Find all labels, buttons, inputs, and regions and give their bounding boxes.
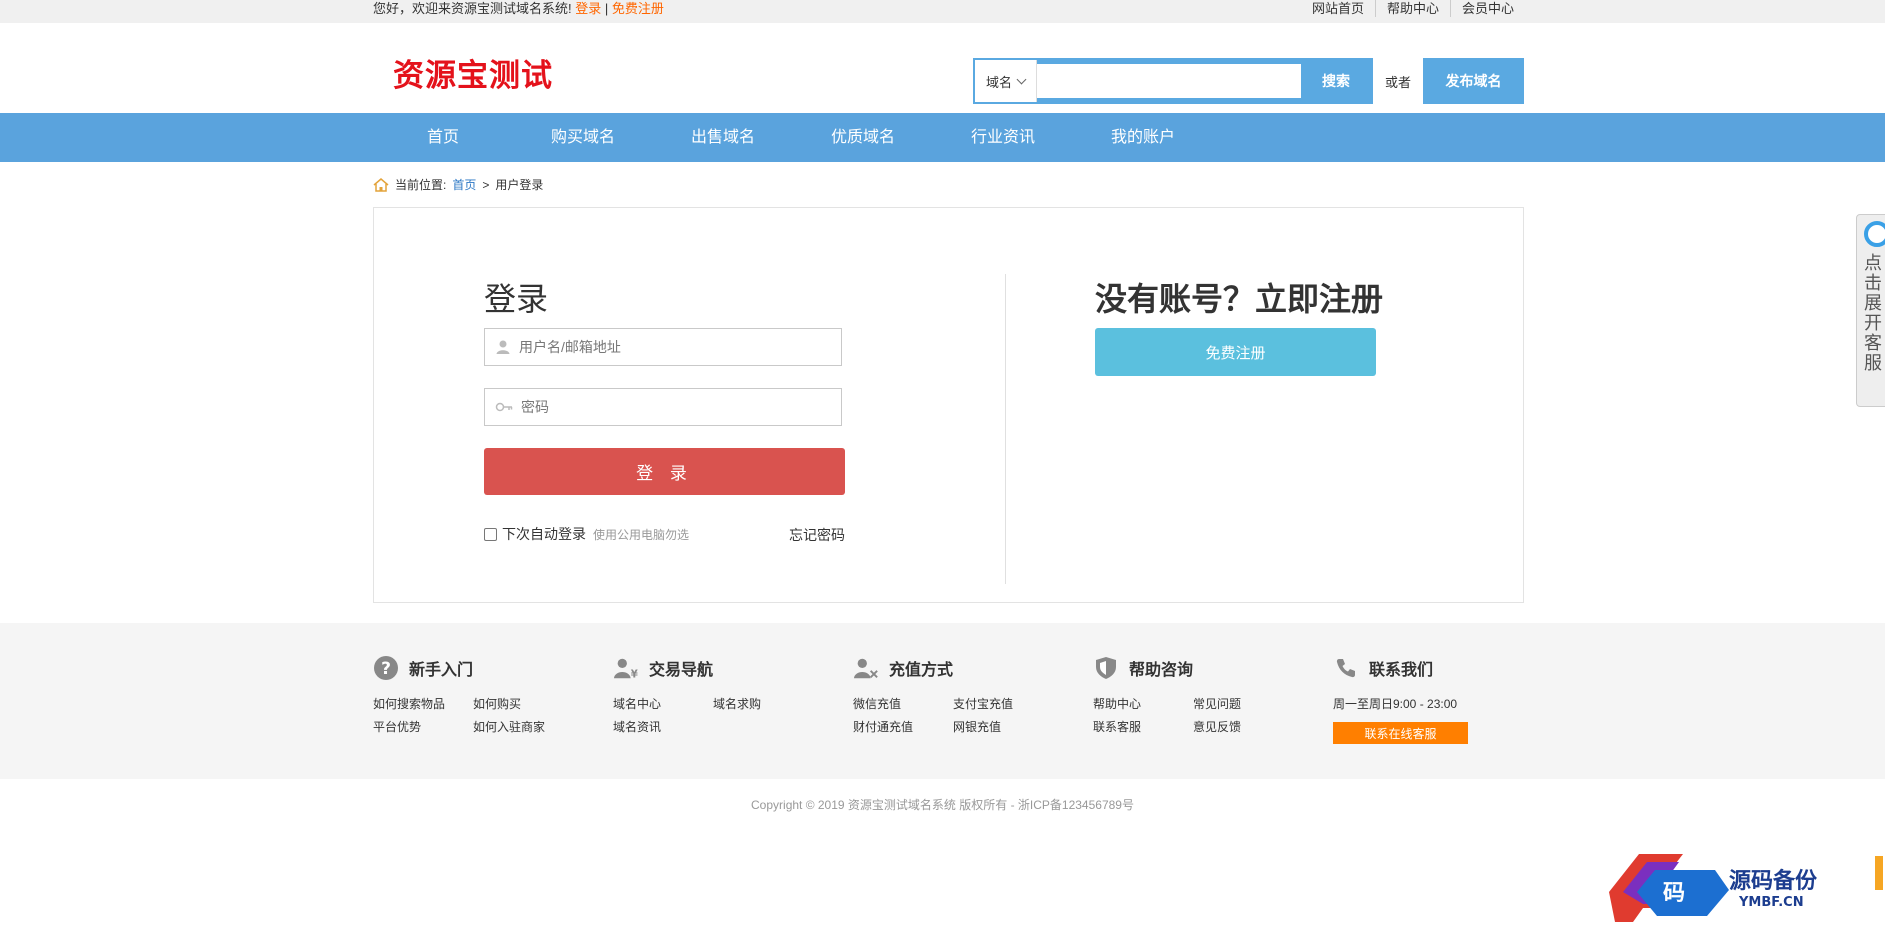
footer-col-trade: ¥ 交易导航 域名中心 域名求购 域名资讯 <box>613 653 853 744</box>
login-title: 登录 <box>484 280 549 318</box>
user-yen-icon: ¥ <box>613 655 639 681</box>
user-card-icon <box>853 655 879 681</box>
top-links: 网站首页 帮助中心 会员中心 <box>1301 0 1524 17</box>
footer-link[interactable]: 意见反馈 <box>1193 718 1293 735</box>
watermark-site: YMBF.CN <box>1738 895 1804 910</box>
footer-col-title: 新手入门 <box>409 662 474 679</box>
footer-link[interactable]: 平台优势 <box>373 718 473 735</box>
footer-col-title: 帮助咨询 <box>1129 662 1194 679</box>
breadcrumb: 当前位置: 首页 > 用户登录 <box>0 162 1885 207</box>
breadcrumb-label: 当前位置: <box>395 178 447 192</box>
or-text: 或者 <box>1385 75 1412 90</box>
main-nav: 首页 购买域名 出售域名 优质域名 行业资讯 我的账户 <box>0 113 1885 162</box>
footer-col-title: 交易导航 <box>649 662 714 679</box>
chat-bubble-icon <box>1864 221 1885 247</box>
search-type-select[interactable]: 域名 <box>975 60 1037 102</box>
customer-service-tab[interactable]: 点击展开客服 <box>1856 214 1885 407</box>
publish-domain-button[interactable]: 发布域名 <box>1423 58 1524 104</box>
footer-links: ? 新手入门 如何搜索物品 如何购买 平台优势 如何入驻商家 ¥ 交易导航 域名… <box>0 623 1885 779</box>
footer-link[interactable]: 域名资讯 <box>613 718 713 735</box>
footer-link[interactable]: 帮助中心 <box>1093 695 1193 712</box>
footer-link[interactable]: 财付通充值 <box>853 718 953 735</box>
copyright: Copyright © 2019 资源宝测试域名系统 版权所有 - 浙ICP备1… <box>751 798 1134 812</box>
password-input[interactable] <box>521 399 841 415</box>
nav-item-news[interactable]: 行业资讯 <box>933 113 1073 162</box>
top-separator: | <box>604 1 609 16</box>
footer-link[interactable]: 支付宝充值 <box>953 695 1053 712</box>
footer-col-contact: 联系我们 周一至周日9:00 - 23:00 联系在线客服 <box>1333 653 1573 744</box>
login-panel: 登录 登 录 下次自动登录 使用公用电脑勿选 忘记密码 没有账号？立即注册 免费… <box>373 207 1524 603</box>
remember-label[interactable]: 下次自动登录 <box>502 524 586 544</box>
chevron-down-icon <box>1016 74 1027 84</box>
home-icon <box>373 177 389 192</box>
remember-checkbox[interactable] <box>484 527 497 541</box>
footer-link[interactable]: 如何搜索物品 <box>373 695 473 712</box>
service-tab-label: 点击展开客服 <box>1862 253 1882 373</box>
nav-item-home[interactable]: 首页 <box>373 113 513 162</box>
welcome-text: 您好，欢迎来资源宝测试域名系统! <box>373 1 572 16</box>
footer-link[interactable]: 联系客服 <box>1093 718 1193 735</box>
search-bar: 域名 搜索 <box>973 58 1373 104</box>
footer-col-help: 帮助咨询 帮助中心 常见问题 联系客服 意见反馈 <box>1093 653 1333 744</box>
phone-icon <box>1333 655 1359 681</box>
breadcrumb-arrow: > <box>482 177 490 192</box>
breadcrumb-home-link[interactable]: 首页 <box>452 176 476 193</box>
top-login-link[interactable]: 登录 <box>575 1 601 16</box>
password-field[interactable] <box>484 388 842 426</box>
online-service-button[interactable]: 联系在线客服 <box>1333 722 1468 744</box>
footer-col-recharge: 充值方式 微信充值 支付宝充值 财付通充值 网银充值 <box>853 653 1093 744</box>
shield-icon <box>1093 655 1119 681</box>
nav-item-premium[interactable]: 优质域名 <box>793 113 933 162</box>
header: 资源宝测试 域名 搜索 或者 发布域名 <box>0 23 1885 113</box>
search-input[interactable] <box>1037 60 1301 102</box>
footer-link[interactable]: 域名中心 <box>613 695 713 712</box>
nav-item-account[interactable]: 我的账户 <box>1073 113 1213 162</box>
watermark-name: 源码备份 <box>1729 868 1818 894</box>
breadcrumb-current: 用户登录 <box>495 178 544 192</box>
top-register-link[interactable]: 免费注册 <box>612 1 664 16</box>
watermark-logo: 码 源码备份 YMBF.CN <box>1609 854 1883 922</box>
top-bar: 您好，欢迎来资源宝测试域名系统! 登录 | 免费注册 网站首页 帮助中心 会员中… <box>0 0 1885 23</box>
remember-hint: 使用公用电脑勿选 <box>593 527 690 542</box>
question-icon: ? <box>373 655 399 681</box>
nav-item-buy[interactable]: 购买域名 <box>513 113 653 162</box>
username-field[interactable] <box>484 328 842 366</box>
user-icon <box>496 340 510 354</box>
footer-link[interactable]: 如何入驻商家 <box>473 718 573 735</box>
search-button[interactable]: 搜索 <box>1301 60 1371 102</box>
free-register-button[interactable]: 免费注册 <box>1095 328 1376 376</box>
register-title: 没有账号？立即注册 <box>1095 280 1384 318</box>
footer-col-title: 充值方式 <box>889 662 954 679</box>
site-home-link[interactable]: 网站首页 <box>1301 0 1375 17</box>
footer-col-beginner: ? 新手入门 如何搜索物品 如何购买 平台优势 如何入驻商家 <box>373 653 613 744</box>
remember-me: 下次自动登录 使用公用电脑勿选 <box>484 524 689 544</box>
svg-text:¥: ¥ <box>631 669 638 680</box>
footer-link[interactable]: 常见问题 <box>1193 695 1293 712</box>
watermark-glyph: 码 <box>1663 880 1685 906</box>
footer-link[interactable]: 微信充值 <box>853 695 953 712</box>
footer-link[interactable]: 如何购买 <box>473 695 573 712</box>
welcome-area: 您好，欢迎来资源宝测试域名系统! 登录 | 免费注册 <box>373 0 664 17</box>
footer-link[interactable]: 域名求购 <box>713 695 813 712</box>
nav-item-sell[interactable]: 出售域名 <box>653 113 793 162</box>
search-type-value: 域名 <box>985 74 1012 90</box>
site-logo[interactable]: 资源宝测试 <box>393 50 553 95</box>
contact-title: 联系我们 <box>1369 662 1434 679</box>
login-submit-button[interactable]: 登 录 <box>484 448 845 495</box>
forgot-password-link[interactable]: 忘记密码 <box>789 525 845 545</box>
contact-hours: 周一至周日9:00 - 23:00 <box>1333 697 1458 711</box>
member-center-link[interactable]: 会员中心 <box>1449 0 1524 17</box>
footer-link[interactable]: 网银充值 <box>953 718 1053 735</box>
username-input[interactable] <box>519 339 841 355</box>
svg-text:?: ? <box>381 659 391 679</box>
key-icon <box>495 402 513 412</box>
panel-divider <box>1005 274 1006 584</box>
help-center-link[interactable]: 帮助中心 <box>1374 0 1450 17</box>
